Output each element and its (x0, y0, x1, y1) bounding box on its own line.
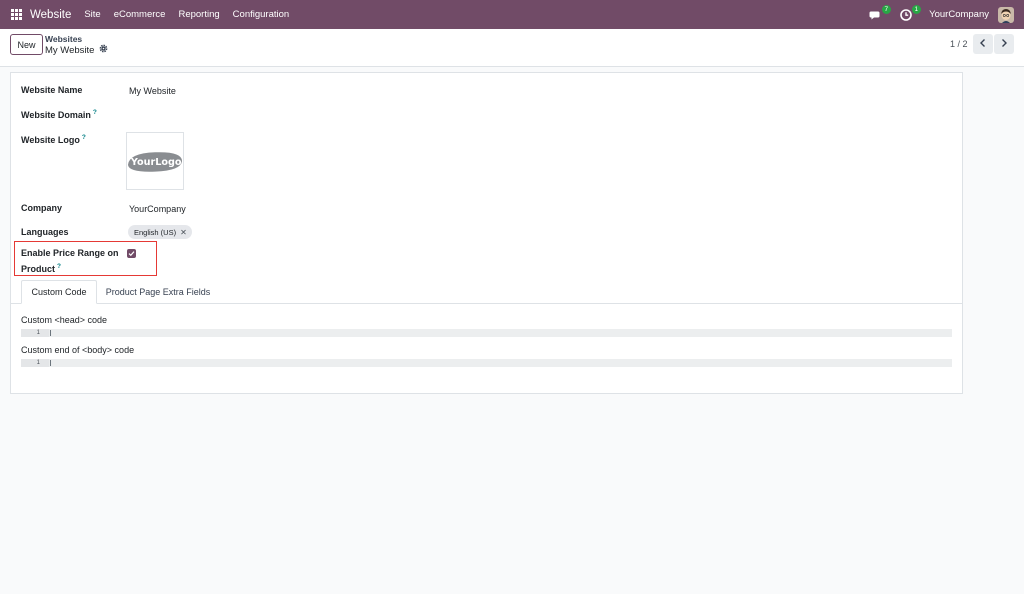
website-domain-label: Website Domain? (21, 109, 97, 120)
tab-custom-code[interactable]: Custom Code (21, 280, 97, 304)
activities-badge: 1 (911, 4, 922, 14)
price-range-label: Enable Price Range on Product? (21, 248, 119, 274)
help-tooltip-icon[interactable]: ? (82, 134, 86, 141)
messages-badge: 7 (881, 4, 892, 14)
company-switcher[interactable]: YourCompany (929, 9, 989, 20)
menu-item-site[interactable]: Site (84, 9, 100, 20)
control-panel: New Websites My Website 1 / 2 (0, 29, 1024, 67)
custom-head-code-editor[interactable]: 1 (21, 329, 952, 337)
chevron-right-icon (1000, 38, 1008, 50)
messages-icon[interactable]: 7 (869, 4, 892, 22)
text-cursor (50, 360, 51, 366)
languages-label: Languages (21, 227, 69, 237)
app-brand[interactable]: Website (30, 9, 71, 21)
gear-icon[interactable] (99, 44, 108, 56)
custom-body-code-editor[interactable]: 1 (21, 359, 952, 367)
menu-item-configuration[interactable]: Configuration (233, 9, 290, 20)
pager-previous-button[interactable] (973, 34, 993, 54)
language-tag[interactable]: English (US) ✕ (128, 225, 192, 239)
checkmark-icon (128, 249, 135, 259)
user-avatar[interactable] (998, 6, 1014, 23)
custom-head-code-label: Custom <head> code (21, 315, 108, 325)
language-tag-label: English (US) (134, 227, 177, 237)
record-name: My Website (45, 44, 95, 56)
website-name-field[interactable]: My Website (129, 86, 176, 96)
form-sheet: Website Name My Website Website Domain? … (10, 72, 963, 394)
line-number: 1 (21, 329, 49, 337)
website-logo-image[interactable]: YourLogo (126, 132, 184, 190)
pager-next-button[interactable] (994, 34, 1014, 54)
company-label: Company (21, 203, 63, 213)
apps-menu-icon[interactable] (11, 9, 22, 20)
breadcrumb-parent[interactable]: Websites (45, 34, 82, 44)
new-button[interactable]: New (10, 34, 43, 55)
company-field[interactable]: YourCompany (129, 204, 186, 214)
price-range-checkbox[interactable] (127, 249, 136, 258)
notebook-tabs: Custom Code Product Page Extra Fields (11, 280, 962, 304)
help-tooltip-icon[interactable]: ? (93, 109, 97, 116)
line-number: 1 (21, 359, 49, 367)
top-navbar: Website Site eCommerce Reporting Configu… (0, 0, 1024, 29)
remove-tag-icon[interactable]: ✕ (180, 228, 187, 237)
breadcrumb-current: My Website (45, 44, 108, 56)
custom-body-code-label: Custom end of <body> code (21, 345, 135, 355)
text-cursor (50, 330, 51, 336)
pager-value[interactable]: 1 / 2 (950, 39, 968, 49)
website-name-label: Website Name (21, 85, 83, 95)
menu-item-reporting[interactable]: Reporting (178, 9, 219, 20)
activities-clock-icon[interactable]: 1 (899, 4, 922, 22)
website-logo-label: Website Logo? (21, 134, 86, 145)
tab-product-page-extra-fields[interactable]: Product Page Extra Fields (101, 280, 215, 304)
svg-text:YourLogo: YourLogo (130, 157, 182, 168)
menu-item-ecommerce[interactable]: eCommerce (114, 9, 166, 20)
chevron-left-icon (979, 38, 987, 50)
help-tooltip-icon[interactable]: ? (57, 263, 61, 270)
